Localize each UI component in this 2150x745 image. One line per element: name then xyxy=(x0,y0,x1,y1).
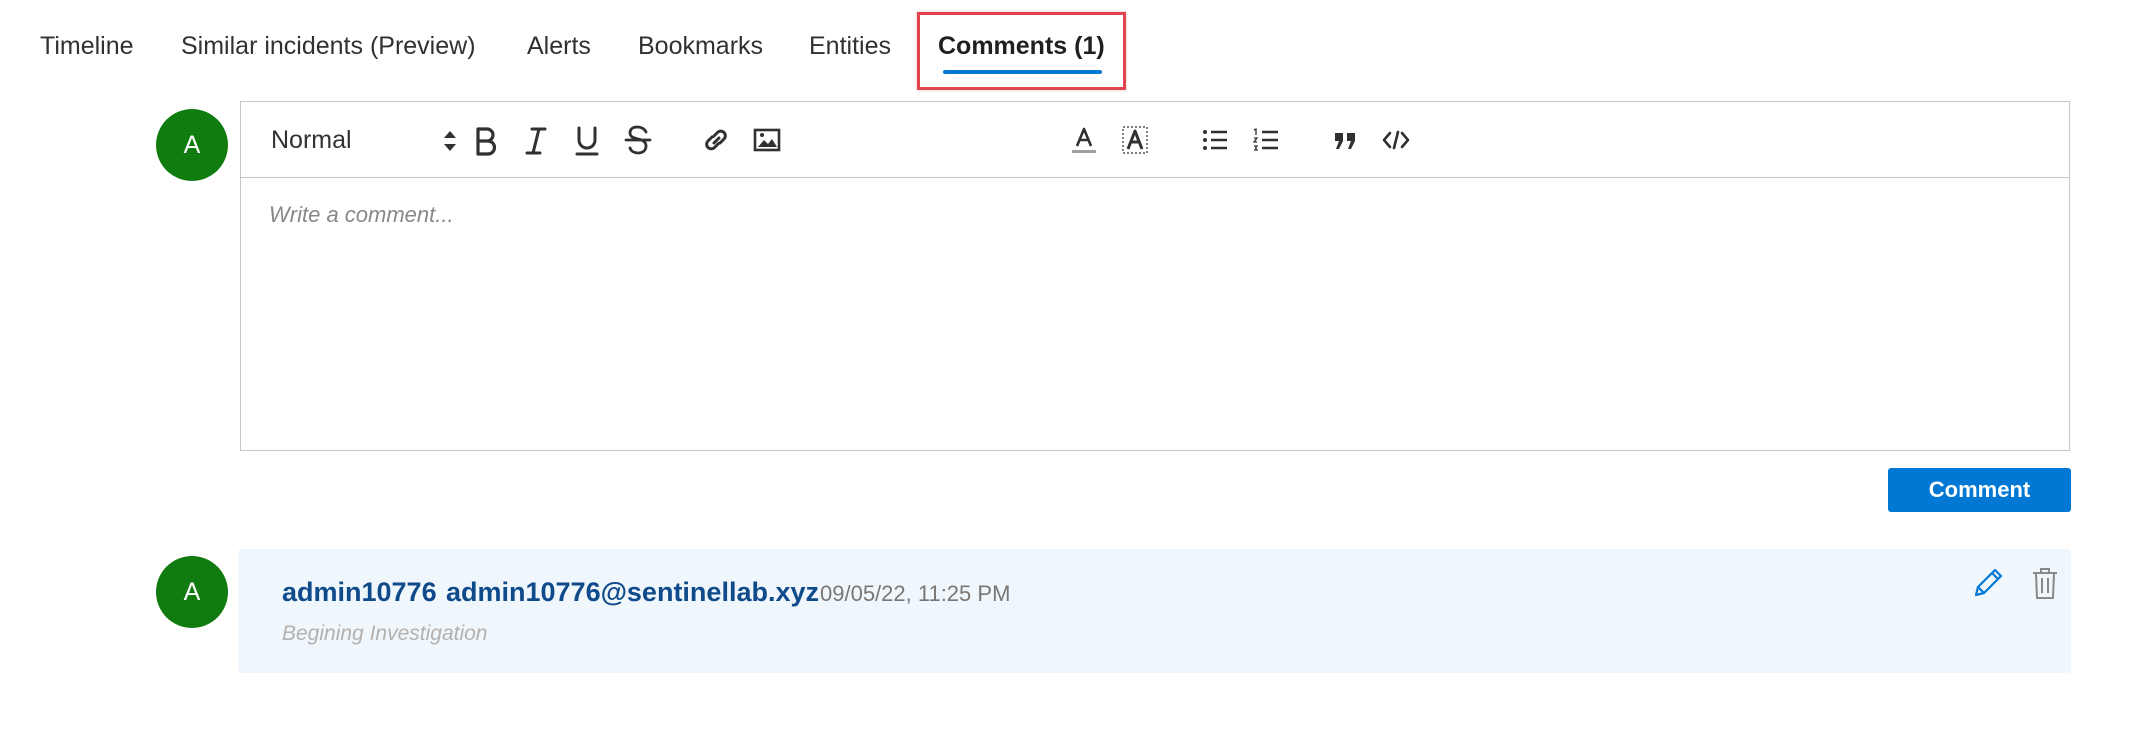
link-icon[interactable] xyxy=(699,122,733,158)
text-format-value: Normal xyxy=(271,126,352,154)
avatar-initial: A xyxy=(183,130,201,159)
code-icon[interactable] xyxy=(1379,122,1413,158)
tab-entities[interactable]: Entities xyxy=(809,28,891,64)
comment-card: admin10776 admin10776@sentinellab.xyz 09… xyxy=(238,549,2071,673)
numbered-list-icon[interactable] xyxy=(1249,122,1283,158)
tab-comments[interactable]: Comments (1) xyxy=(938,28,1105,64)
delete-icon[interactable] xyxy=(2027,563,2063,603)
highlight-color-icon[interactable] xyxy=(1118,122,1152,158)
comment-text: Begining Investigation xyxy=(282,622,488,645)
tab-bookmarks[interactable]: Bookmarks xyxy=(638,28,763,64)
comment-submit-button[interactable]: Comment xyxy=(1888,468,2071,512)
select-caret-icon xyxy=(444,131,456,151)
font-color-icon[interactable] xyxy=(1067,122,1101,158)
tab-timeline[interactable]: Timeline xyxy=(40,28,134,64)
tab-alerts[interactable]: Alerts xyxy=(527,28,591,64)
edit-icon[interactable] xyxy=(1968,563,2008,603)
comment-avatar-initial: A xyxy=(183,577,201,606)
image-icon[interactable] xyxy=(750,122,784,158)
comment-timestamp: 09/05/22, 11:25 PM xyxy=(820,581,1011,606)
comment-author-email: admin10776@sentinellab.xyz xyxy=(446,577,819,607)
underline-icon[interactable] xyxy=(570,122,604,158)
italic-icon[interactable] xyxy=(519,122,553,158)
comment-textarea[interactable]: Write a comment... xyxy=(269,202,1969,422)
bullet-list-icon[interactable] xyxy=(1198,122,1232,158)
quote-icon[interactable] xyxy=(1328,122,1362,158)
comment-author: admin10776 xyxy=(282,577,437,607)
incident-tabs: Timeline Similar incidents (Preview) Ale… xyxy=(0,0,1300,95)
tab-similar-incidents[interactable]: Similar incidents (Preview) xyxy=(181,28,476,64)
comment-avatar: A xyxy=(156,556,228,628)
bold-icon[interactable] xyxy=(468,122,502,158)
strikethrough-icon[interactable] xyxy=(621,122,655,158)
active-tab-indicator xyxy=(943,70,1102,74)
editor-toolbar: Normal xyxy=(241,102,2069,178)
comment-placeholder: Write a comment... xyxy=(269,202,454,227)
text-format-select[interactable]: Normal xyxy=(271,122,456,158)
avatar: A xyxy=(156,109,228,181)
comment-editor: Normal Write a comment... xyxy=(240,101,2070,451)
